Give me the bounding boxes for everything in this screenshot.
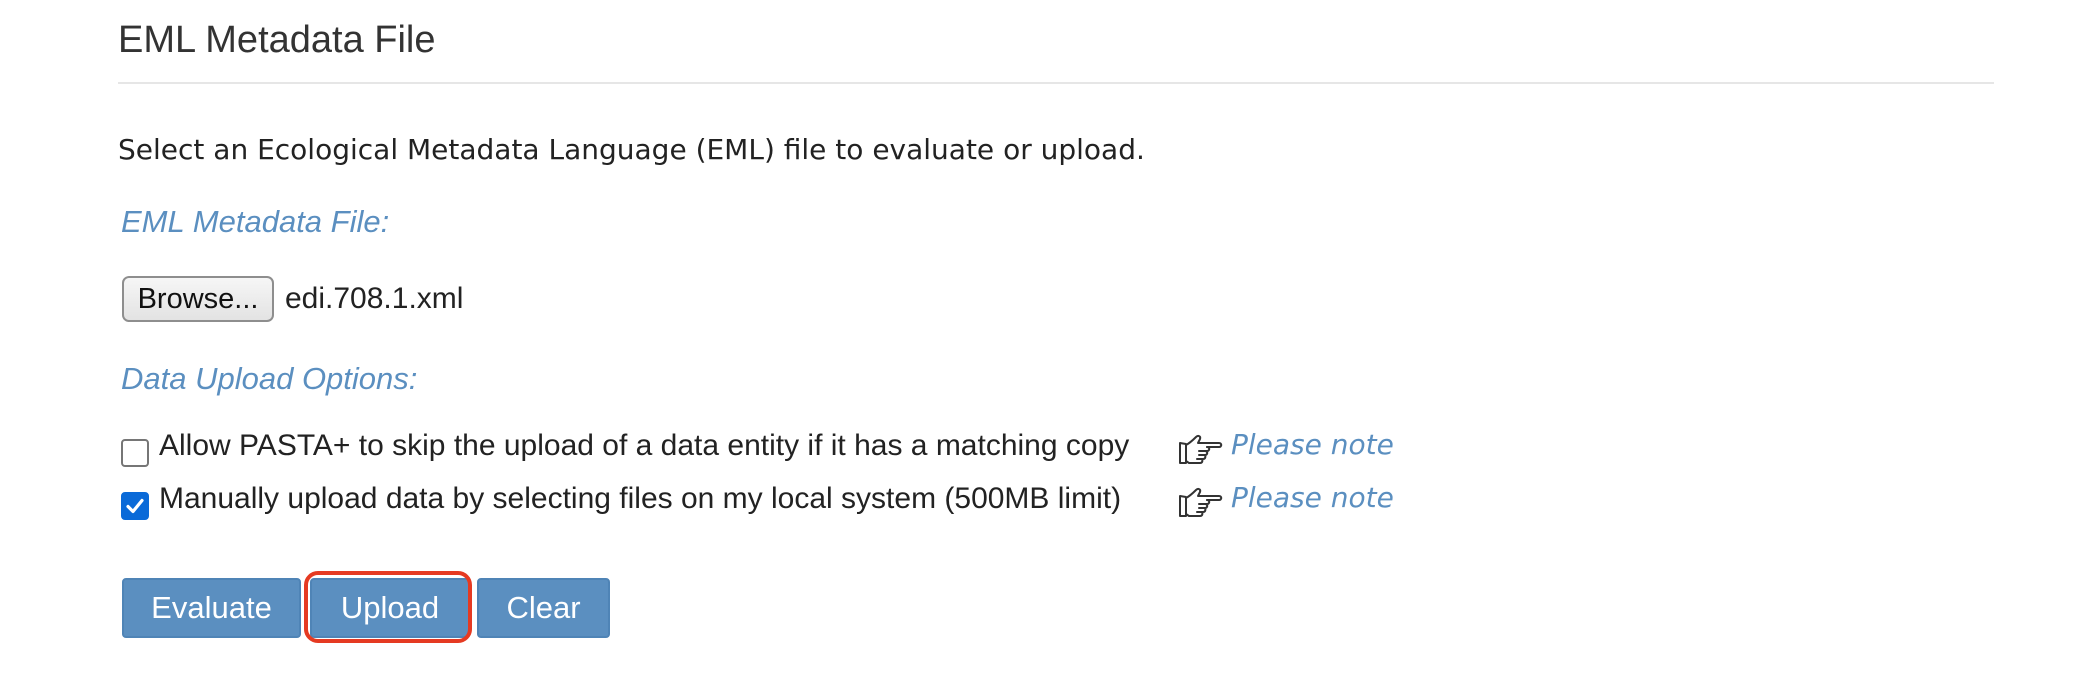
- pointing-hand-icon: [1177, 484, 1223, 520]
- browse-button[interactable]: Browse...: [122, 276, 274, 322]
- please-note-link[interactable]: Please note: [1231, 478, 1394, 518]
- manual-upload-option-text: Manually upload data by selecting files …: [159, 482, 1122, 515]
- clear-button[interactable]: Clear: [477, 578, 610, 638]
- selected-file-name: edi.708.1.xml: [285, 282, 464, 315]
- page-title: EML Metadata File: [118, 19, 436, 61]
- eml-file-label: EML Metadata File:: [121, 204, 390, 239]
- title-divider: [118, 82, 1994, 84]
- evaluate-button[interactable]: Evaluate: [122, 578, 301, 638]
- upload-options-label: Data Upload Options:: [121, 361, 418, 396]
- pointing-hand-icon: [1177, 431, 1223, 467]
- skip-upload-checkbox[interactable]: [121, 439, 149, 467]
- skip-upload-option-text: Allow PASTA+ to skip the upload of a dat…: [159, 429, 1130, 462]
- manual-upload-checkbox[interactable]: [121, 492, 149, 520]
- intro-text: Select an Ecological Metadata Language (…: [118, 133, 1145, 166]
- please-note-link[interactable]: Please note: [1231, 425, 1394, 465]
- checkmark-icon: [126, 498, 144, 514]
- upload-button[interactable]: Upload: [310, 578, 470, 638]
